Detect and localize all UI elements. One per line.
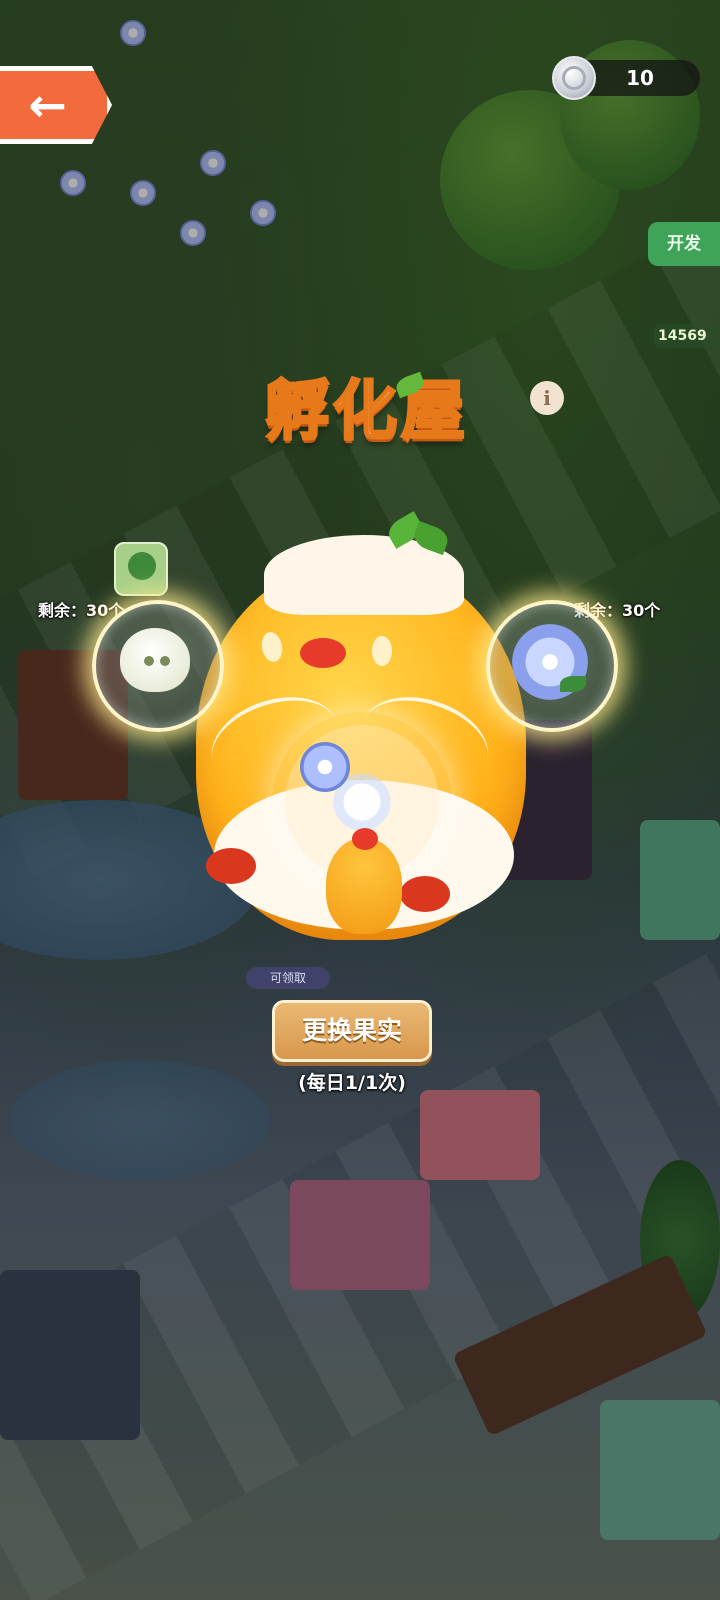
tree-shortcut-button[interactable] — [114, 542, 168, 596]
lily-flower-icon — [512, 624, 588, 700]
baby-chick-icon — [326, 828, 402, 934]
coin-count: 10 — [626, 66, 654, 90]
score-label: 14569 — [654, 324, 720, 348]
daily-limit-label: (每日1/1次) — [298, 1072, 406, 1094]
dev-button[interactable]: 开发 — [648, 222, 720, 266]
left-fruit-slot[interactable] — [92, 600, 224, 732]
back-button[interactable]: ← — [0, 66, 112, 144]
swap-fruit-button[interactable]: 更换果实 — [272, 1000, 432, 1062]
chick-beak-icon — [300, 638, 346, 668]
right-fruit-slot[interactable] — [486, 600, 618, 732]
chick-eye-icon — [372, 636, 392, 666]
seed-pod-icon — [120, 628, 190, 692]
sprout-icon — [384, 511, 458, 558]
back-arrow-icon: ← — [28, 78, 67, 132]
claimable-badge[interactable]: 可领取 — [246, 967, 330, 989]
silver-coin-icon — [552, 56, 596, 100]
info-button[interactable]: i — [530, 381, 564, 415]
hatchery-title: 孵化屋 — [264, 374, 469, 451]
chick-wing-icon — [400, 876, 450, 912]
chick-wing-icon — [206, 848, 256, 884]
